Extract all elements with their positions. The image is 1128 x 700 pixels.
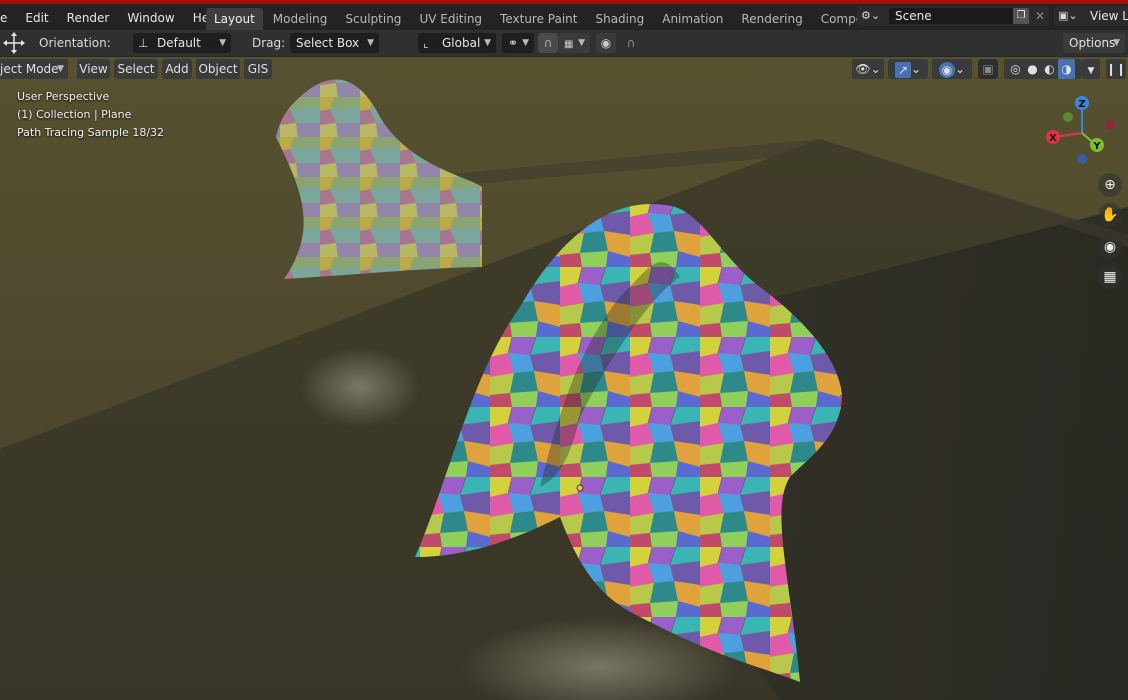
tab-rendering[interactable]: Rendering xyxy=(733,8,810,30)
neg-z-axis[interactable] xyxy=(1077,154,1087,164)
menu-window[interactable]: Window xyxy=(118,8,183,28)
proportional-edit-toggle[interactable]: ◉ xyxy=(596,33,616,53)
drag-value: Select Box xyxy=(296,36,360,50)
chevron-down-icon: ▼ xyxy=(367,38,374,48)
menu-edit[interactable]: Edit xyxy=(16,8,57,28)
transform-orientation-dropdown[interactable]: ⌞ Global ▼ xyxy=(418,33,496,53)
chevron-down-icon: ▼ xyxy=(1113,38,1120,48)
tab-uv-editing[interactable]: UV Editing xyxy=(411,8,490,30)
chevron-down-icon: ▼ xyxy=(484,38,491,48)
menu-gis[interactable]: GIS xyxy=(244,59,272,79)
pause-render-button[interactable]: ❙❙ xyxy=(1106,59,1126,79)
view-layer-icon[interactable]: ▣⌄ xyxy=(1058,8,1086,24)
tab-texture-paint[interactable]: Texture Paint xyxy=(492,8,585,30)
shading-modes: ◎ ● ◐ ◑ xyxy=(1004,59,1082,79)
navigation-gizmo[interactable]: Z X Y xyxy=(1040,93,1120,173)
view-layer-name[interactable]: View La xyxy=(1090,8,1128,24)
material-shading-icon[interactable]: ◐ xyxy=(1041,59,1058,79)
mode-value: ject Mode xyxy=(0,62,59,76)
delete-scene-icon[interactable]: ✕ xyxy=(1033,8,1047,24)
drag-dropdown[interactable]: Select Box ▼ xyxy=(290,33,379,53)
menu-view[interactable]: View xyxy=(77,59,110,79)
falloff-curve-icon: ∩ xyxy=(626,36,636,50)
orientation-dropdown[interactable]: ⊥ Default ▼ xyxy=(133,33,231,53)
perspective-label: User Perspective xyxy=(17,90,110,103)
xray-toggle[interactable]: ▣ xyxy=(978,59,998,79)
chevron-down-icon: ▼ xyxy=(57,64,64,74)
viewport-header: ject Mode ▼ View Select Add Object GIS 👁… xyxy=(0,59,1128,81)
pause-icon: ❙❙ xyxy=(1106,62,1127,76)
rendered-shading-icon[interactable]: ◑ xyxy=(1058,59,1075,79)
overlays-toggle[interactable]: ◉ ⌄ xyxy=(932,59,972,79)
visibility-dropdown[interactable]: 👁⌄ xyxy=(852,59,884,79)
new-scene-icon[interactable]: ❐ xyxy=(1013,8,1029,24)
zoom-icon[interactable]: ⊕ xyxy=(1098,173,1122,197)
chevron-down-icon: ▼ xyxy=(219,38,226,48)
scene-name-field[interactable]: Scene xyxy=(889,8,1013,24)
workspace-tabs: Layout Modeling Sculpting UV Editing Tex… xyxy=(206,8,932,30)
menu-add[interactable]: Add xyxy=(162,59,192,79)
snap-toggle[interactable]: ∩ xyxy=(538,33,558,53)
pivot-icon: ⚭ xyxy=(508,36,519,50)
solid-shading-icon[interactable]: ● xyxy=(1024,59,1041,79)
tab-modeling[interactable]: Modeling xyxy=(265,8,336,30)
menu-file[interactable]: e xyxy=(0,8,16,28)
drag-label: Drag: xyxy=(252,36,286,50)
neg-x-axis[interactable] xyxy=(1105,120,1115,130)
proportional-edit-icon: ◉ xyxy=(600,36,612,50)
y-axis-label: Y xyxy=(1092,141,1101,152)
eye-icon: 👁⌄ xyxy=(855,62,881,76)
scene-icon[interactable]: ⚙⌄ xyxy=(861,8,885,24)
chevron-down-icon: ▼ xyxy=(1087,66,1095,76)
xray-icon: ▣ xyxy=(982,62,994,76)
tab-sculpting[interactable]: Sculpting xyxy=(337,8,409,30)
top-bar: e Edit Render Window Help Layout Modelin… xyxy=(0,4,1128,30)
z-axis-label: Z xyxy=(1078,99,1085,110)
orientation-label: Orientation: xyxy=(39,36,111,50)
tool-settings-bar: Orientation: ⊥ Default ▼ Drag: Select Bo… xyxy=(0,30,1128,57)
chevron-down-icon: ▼ xyxy=(578,38,585,48)
falloff-dropdown[interactable]: ∩ xyxy=(616,33,646,53)
rendered-scene xyxy=(0,57,1128,700)
snap-increment-icon: ▦ xyxy=(564,39,574,50)
magnet-icon: ∩ xyxy=(543,36,553,50)
axes-icon: ⌞ xyxy=(423,36,429,50)
3d-viewport[interactable]: ject Mode ▼ View Select Add Object GIS 👁… xyxy=(0,57,1128,700)
shading-options-dropdown[interactable]: ▼ xyxy=(1082,59,1100,79)
options-label: Options xyxy=(1069,36,1116,50)
options-dropdown[interactable]: Options ▼ xyxy=(1063,33,1125,53)
gizmo-toggle[interactable]: ↗ ⌄ xyxy=(888,59,928,79)
grid-icon[interactable]: ▦ xyxy=(1098,265,1122,289)
mode-dropdown[interactable]: ject Mode ▼ xyxy=(0,59,68,79)
main-menu: e Edit Render Window Help xyxy=(0,8,229,28)
gizmo-icon: ↗ xyxy=(894,61,911,78)
tab-shading[interactable]: Shading xyxy=(587,8,652,30)
move-tool-icon[interactable] xyxy=(2,31,26,55)
tab-layout[interactable]: Layout xyxy=(206,8,263,30)
scene-selector: ⚙⌄ Scene ❐ ✕ xyxy=(857,6,1049,26)
wireframe-shading-icon[interactable]: ◎ xyxy=(1007,59,1024,79)
hand-pan-icon[interactable]: ✋ xyxy=(1098,203,1122,227)
neg-y-axis[interactable] xyxy=(1063,112,1073,122)
tab-animation[interactable]: Animation xyxy=(654,8,731,30)
camera-icon[interactable]: ◉ xyxy=(1098,235,1122,259)
menu-render[interactable]: Render xyxy=(58,8,119,28)
collection-label: (1) Collection | Plane xyxy=(17,108,132,121)
view-layer-selector: ▣⌄ View La xyxy=(1054,6,1128,26)
render-status-label: Path Tracing Sample 18/32 xyxy=(17,126,165,139)
overlays-icon: ◉ xyxy=(938,61,955,78)
menu-object[interactable]: Object xyxy=(196,59,240,79)
orientation-value: Default xyxy=(157,36,201,50)
menu-select[interactable]: Select xyxy=(114,59,158,79)
orientation-axes-icon: ⊥ xyxy=(138,36,149,50)
pivot-point-dropdown[interactable]: ⚭ ▼ xyxy=(502,33,534,53)
transform-orientation-value: Global xyxy=(442,36,481,50)
snap-target-dropdown[interactable]: ▦ ▼ xyxy=(558,33,590,53)
x-axis-label: X xyxy=(1049,133,1057,144)
chevron-down-icon: ▼ xyxy=(522,38,529,48)
